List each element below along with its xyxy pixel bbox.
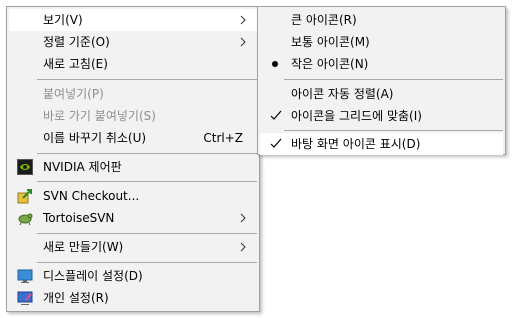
svn-checkout-icon bbox=[17, 189, 32, 204]
menu-item-label: 보통 아이콘(M) bbox=[291, 35, 370, 49]
chevron-right-icon bbox=[240, 242, 246, 252]
menu-item-label: 아이콘 자동 정렬(A) bbox=[291, 87, 394, 101]
menu-item-label: 정렬 기준(O) bbox=[43, 35, 110, 49]
submenu-item-medium-icons[interactable]: 보통 아이콘(M) bbox=[260, 31, 503, 53]
menu-item-svn-checkout[interactable]: SVN Checkout... bbox=[9, 185, 257, 207]
bullet-icon bbox=[272, 61, 278, 67]
menu-item-tortoisesvn[interactable]: TortoiseSVN bbox=[9, 207, 257, 229]
chevron-right-icon bbox=[240, 15, 246, 25]
menu-item-paste-shortcut[interactable]: 바로 가기 붙여넣기(S) bbox=[9, 105, 257, 127]
menu-item-label: 보기(V) bbox=[43, 13, 83, 27]
menu-item-new[interactable]: 새로 만들기(W) bbox=[9, 236, 257, 258]
menu-item-sort-by[interactable]: 정렬 기준(O) bbox=[9, 31, 257, 53]
menu-item-label: 개인 설정(R) bbox=[43, 291, 109, 305]
submenu-item-show-desktop-icons[interactable]: 바탕 화면 아이콘 표시(D) bbox=[260, 133, 503, 155]
menu-item-label: 아이콘을 그리드에 맞춤(I) bbox=[291, 109, 422, 123]
menu-item-label: SVN Checkout... bbox=[43, 189, 140, 203]
menu-separator bbox=[37, 79, 257, 80]
menu-item-label: 이름 바꾸기 취소(U) bbox=[43, 131, 147, 145]
submenu-item-small-icons[interactable]: 작은 아이콘(N) bbox=[260, 53, 503, 75]
checkmark-icon bbox=[270, 138, 282, 148]
menu-item-label: 작은 아이콘(N) bbox=[291, 57, 369, 71]
personalize-icon bbox=[17, 291, 33, 305]
menu-item-refresh[interactable]: 새로 고침(E) bbox=[9, 53, 257, 75]
menu-item-undo-rename[interactable]: 이름 바꾸기 취소(U) Ctrl+Z bbox=[9, 127, 257, 149]
menu-separator bbox=[284, 130, 503, 131]
menu-item-nvidia[interactable]: NVIDIA 제어판 bbox=[9, 156, 257, 178]
submenu-item-large-icons[interactable]: 큰 아이콘(R) bbox=[260, 9, 503, 31]
checkmark-icon bbox=[270, 110, 282, 120]
display-icon bbox=[17, 269, 33, 283]
menu-item-label: NVIDIA 제어판 bbox=[43, 160, 122, 174]
menu-item-personalize[interactable]: 개인 설정(R) bbox=[9, 287, 257, 309]
menu-separator bbox=[37, 262, 257, 263]
menu-separator bbox=[284, 79, 503, 80]
chevron-right-icon bbox=[240, 213, 246, 223]
menu-item-label: TortoiseSVN bbox=[43, 211, 115, 225]
menu-item-view[interactable]: 보기(V) bbox=[9, 9, 257, 31]
menu-item-label: 디스플레이 설정(D) bbox=[43, 269, 143, 283]
menu-item-label: 바로 가기 붙여넣기(S) bbox=[43, 109, 156, 123]
submenu-item-auto-arrange[interactable]: 아이콘 자동 정렬(A) bbox=[260, 83, 503, 105]
menu-separator bbox=[37, 153, 257, 154]
menu-separator bbox=[37, 181, 257, 182]
menu-item-label: 바탕 화면 아이콘 표시(D) bbox=[291, 137, 421, 151]
submenu-item-align-to-grid[interactable]: 아이콘을 그리드에 맞춤(I) bbox=[260, 105, 503, 127]
chevron-right-icon bbox=[240, 37, 246, 47]
nvidia-icon bbox=[17, 159, 33, 175]
shortcut-text: Ctrl+Z bbox=[203, 131, 243, 145]
menu-item-display-settings[interactable]: 디스플레이 설정(D) bbox=[9, 265, 257, 287]
view-submenu: 큰 아이콘(R) 보통 아이콘(M) 작은 아이콘(N) 아이콘 자동 정렬(A… bbox=[257, 6, 506, 155]
desktop-context-menu: 보기(V) 정렬 기준(O) 새로 고침(E) 붙여넣기(P) 바로 가기 붙여… bbox=[6, 6, 260, 312]
menu-item-label: 새로 고침(E) bbox=[43, 57, 108, 71]
desktop-context-menu-screen: { "main_menu": { "view": {"label": "보기(V… bbox=[0, 0, 513, 318]
tortoisesvn-icon bbox=[18, 213, 33, 226]
menu-item-label: 새로 만들기(W) bbox=[43, 240, 124, 254]
menu-item-label: 큰 아이콘(R) bbox=[291, 13, 357, 27]
menu-separator bbox=[37, 233, 257, 234]
menu-item-label: 붙여넣기(P) bbox=[43, 87, 104, 101]
menu-item-paste[interactable]: 붙여넣기(P) bbox=[9, 83, 257, 105]
